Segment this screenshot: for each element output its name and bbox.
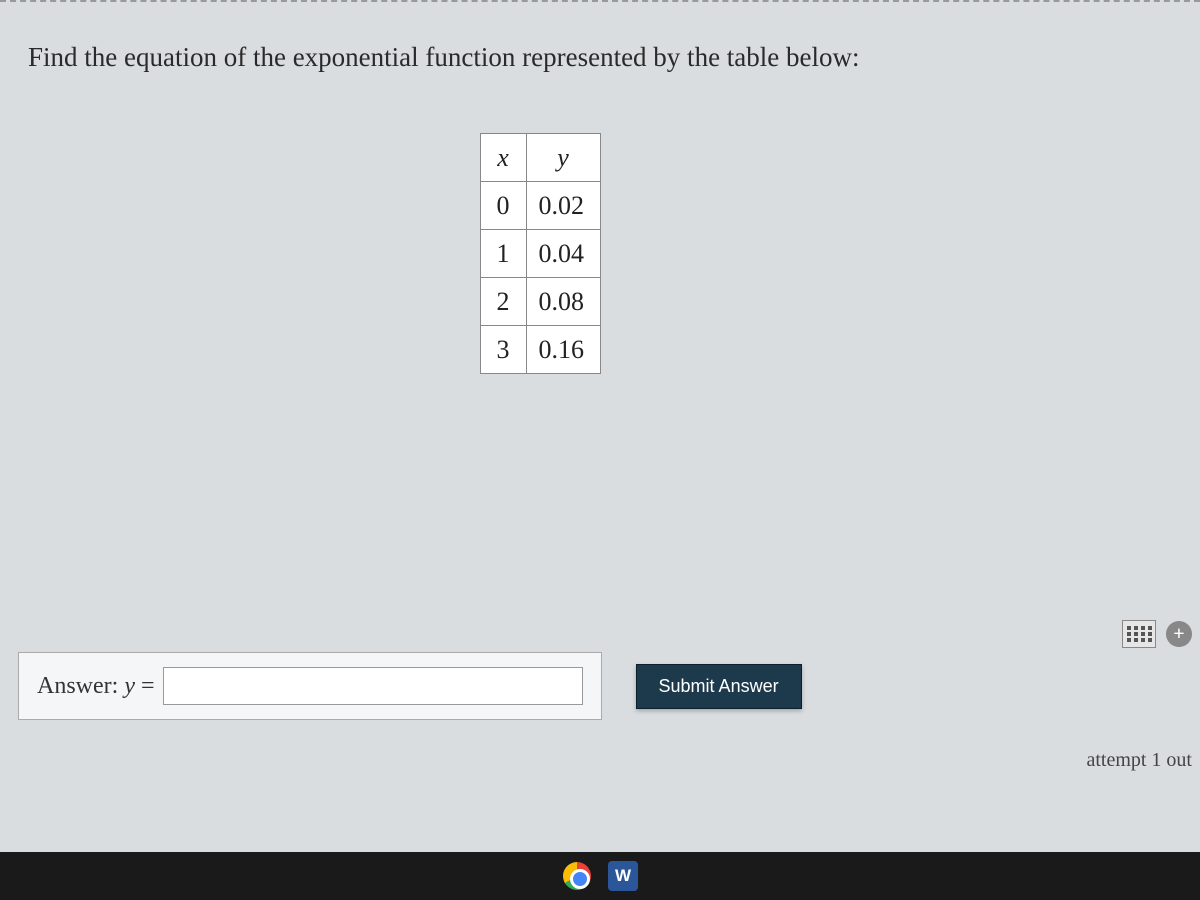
answer-label-equals: = xyxy=(135,673,155,699)
cell-x: 2 xyxy=(480,278,526,326)
cell-x: 3 xyxy=(480,326,526,374)
header-x: x xyxy=(480,134,526,182)
tool-icons: + xyxy=(1122,620,1192,648)
cell-y: 0.08 xyxy=(526,278,600,326)
answer-row: Answer: y = Submit Answer xyxy=(18,652,1200,720)
cell-y: 0.02 xyxy=(526,182,600,230)
header-y: y xyxy=(526,134,600,182)
question-text: Find the equation of the exponential fun… xyxy=(28,42,1172,73)
answer-label: Answer: y = xyxy=(37,673,155,700)
submit-answer-button[interactable]: Submit Answer xyxy=(636,664,802,709)
cell-y: 0.16 xyxy=(526,326,600,374)
answer-input[interactable] xyxy=(163,667,583,705)
xy-table: x y 0 0.02 1 0.04 2 0.08 3 0.16 xyxy=(480,133,601,374)
table-row: 2 0.08 xyxy=(480,278,600,326)
table-row: 3 0.16 xyxy=(480,326,600,374)
keypad-icon[interactable] xyxy=(1122,620,1156,648)
table-row: 1 0.04 xyxy=(480,230,600,278)
data-table-container: x y 0 0.02 1 0.04 2 0.08 3 0.16 xyxy=(0,133,1172,374)
answer-label-var: y xyxy=(124,673,135,699)
taskbar: W xyxy=(0,852,1200,900)
cell-x: 0 xyxy=(480,182,526,230)
attempt-counter: attempt 1 out xyxy=(1086,749,1192,772)
table-header-row: x y xyxy=(480,134,600,182)
cell-x: 1 xyxy=(480,230,526,278)
chrome-icon[interactable] xyxy=(560,859,594,893)
add-icon[interactable]: + xyxy=(1166,621,1192,647)
answer-label-prefix: Answer: xyxy=(37,673,124,699)
table-row: 0 0.02 xyxy=(480,182,600,230)
answer-box: Answer: y = xyxy=(18,652,602,720)
cell-y: 0.04 xyxy=(526,230,600,278)
word-icon[interactable]: W xyxy=(606,859,640,893)
